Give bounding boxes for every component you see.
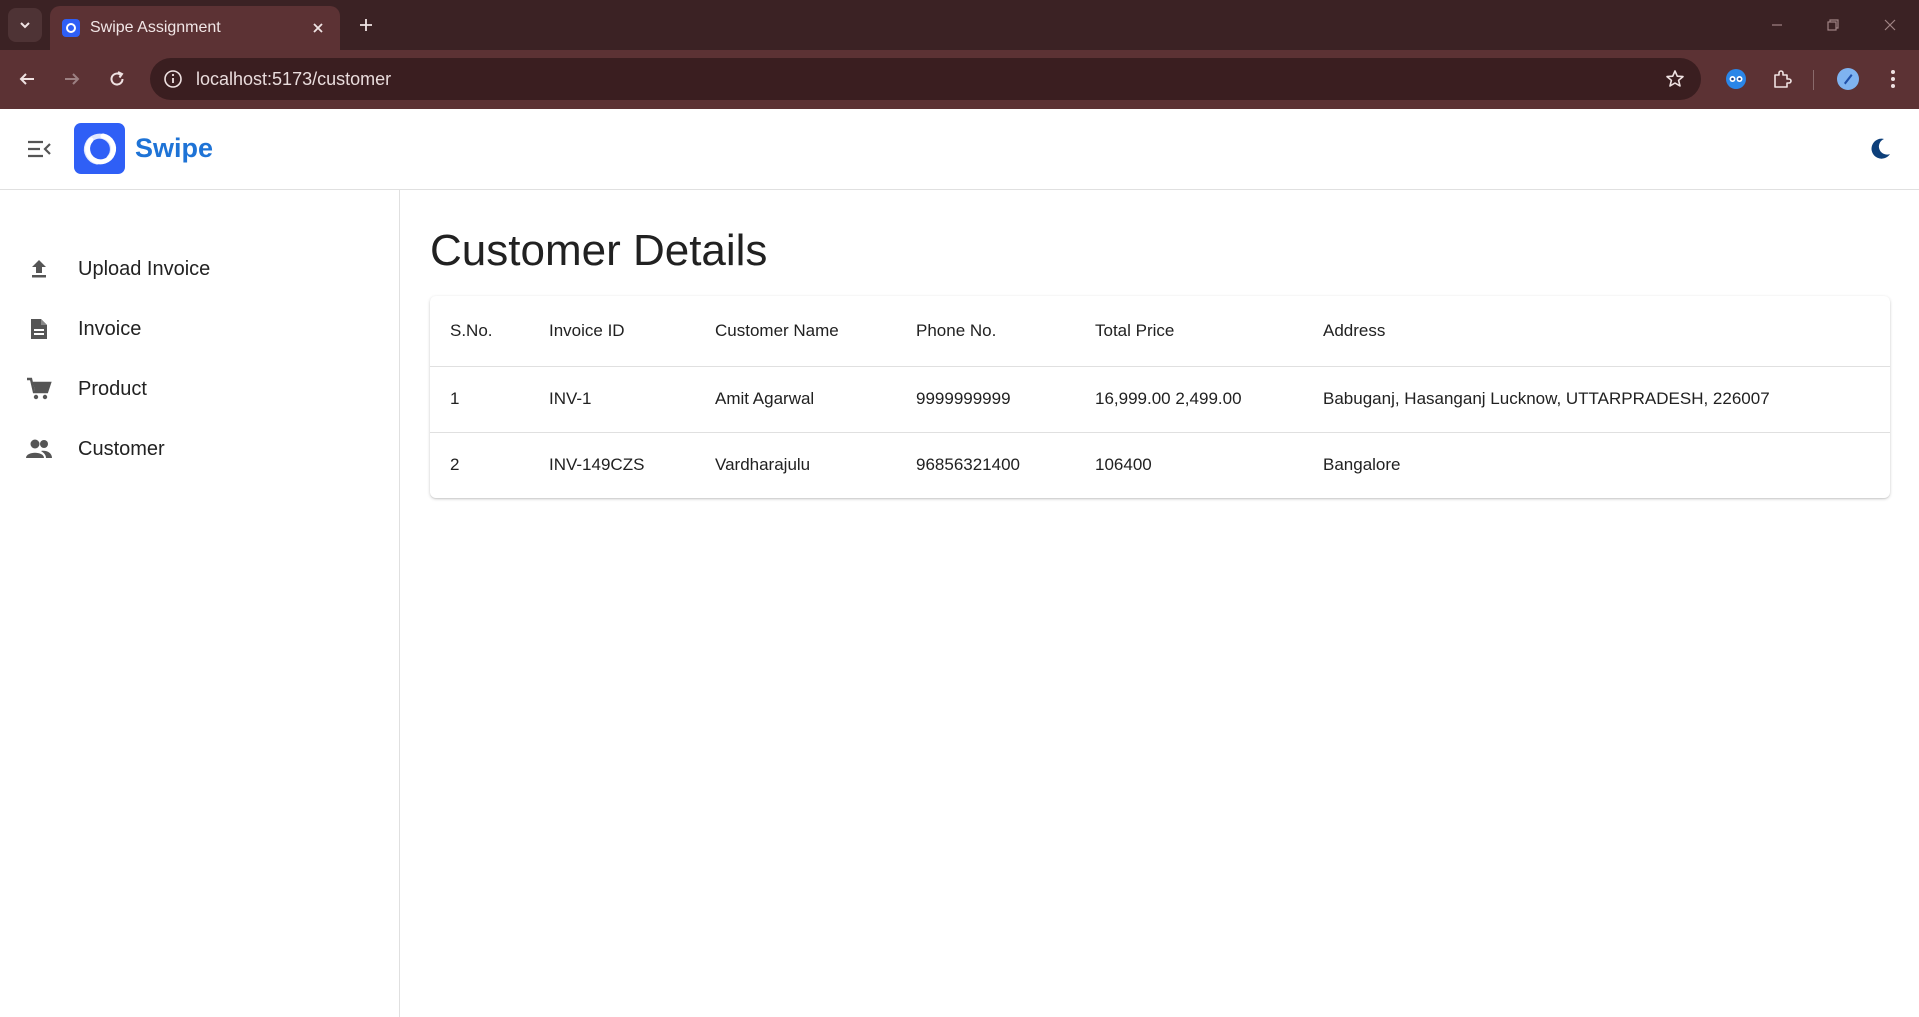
sidebar: Upload Invoice Invoice Product Customer (0, 190, 400, 1017)
column-header: Total Price (1095, 321, 1175, 340)
browser-tabstrip: Swipe Assignment (0, 0, 1919, 50)
column-header: S.No. (450, 321, 493, 340)
address-url[interactable]: localhost:5173/customer (196, 69, 391, 90)
address-bar[interactable]: localhost:5173/customer (150, 58, 1701, 100)
owl-extension-icon (1726, 69, 1746, 89)
table-cell: 1 (450, 389, 460, 408)
sidebar-toggle-button[interactable] (24, 136, 54, 162)
bookmark-star-button[interactable] (1663, 67, 1687, 91)
menu-collapse-icon (28, 140, 51, 158)
table-cell: Amit Agarwal (715, 389, 815, 408)
profile-avatar-icon (1837, 68, 1859, 90)
document-icon (24, 314, 54, 344)
restore-icon (1827, 19, 1839, 31)
app-header: Swipe (0, 109, 1919, 190)
table-cell: Bangalore (1323, 455, 1401, 474)
sidebar-item-label: Upload Invoice (78, 257, 211, 280)
toolbar-divider (1813, 70, 1814, 90)
table-cell: 2 (450, 455, 460, 474)
reload-icon (110, 71, 124, 86)
close-window-button[interactable] (1876, 11, 1904, 39)
browser-menu-button[interactable] (1879, 65, 1907, 93)
arrow-right-icon (65, 73, 80, 85)
table-cell: 9999999999 (916, 389, 1011, 408)
swipe-logo-icon (83, 133, 116, 164)
column-header: Invoice ID (549, 321, 625, 340)
sidebar-item-upload-invoice[interactable]: Upload Invoice (0, 239, 399, 299)
moon-icon (1871, 138, 1890, 159)
column-header: Phone No. (916, 321, 997, 340)
customer-table: S.No. Invoice ID Customer Name Phone No.… (430, 296, 1890, 498)
swipe-favicon-icon (62, 19, 80, 37)
forward-button[interactable] (57, 64, 87, 94)
table-row[interactable]: 1 INV-1 Amit Agarwal 9999999999 16,999.0… (430, 366, 1890, 433)
browser-toolbar: localhost:5173/customer (0, 50, 1919, 109)
extensions-menu-button[interactable] (1768, 65, 1796, 93)
sidebar-item-label: Product (78, 377, 147, 400)
sidebar-item-invoice[interactable]: Invoice (0, 299, 399, 359)
table-header-row: S.No. Invoice ID Customer Name Phone No.… (430, 296, 1890, 367)
brand-name[interactable]: Swipe (135, 133, 213, 164)
swipe-logo[interactable] (74, 123, 125, 174)
new-tab-button[interactable] (352, 11, 380, 39)
sidebar-item-label: Invoice (78, 317, 142, 340)
browser-tab[interactable]: Swipe Assignment (50, 6, 340, 50)
table-cell: INV-1 (549, 389, 592, 408)
reload-button[interactable] (102, 64, 132, 94)
chevron-down-icon (20, 22, 30, 29)
tab-title: Swipe Assignment (90, 19, 221, 36)
table-cell: INV-149CZS (549, 455, 645, 474)
table-cell: Vardharajulu (715, 455, 811, 474)
minimize-icon (1772, 24, 1782, 26)
sidebar-item-product[interactable]: Product (0, 359, 399, 419)
table-cell: 106400 (1095, 455, 1152, 474)
minimize-button[interactable] (1763, 11, 1791, 39)
cart-icon (24, 374, 54, 404)
sidebar-item-customer[interactable]: Customer (0, 419, 399, 479)
column-header: Address (1323, 321, 1386, 340)
plus-icon (360, 19, 372, 31)
sidebar-item-label: Customer (78, 437, 165, 460)
table-cell: Babuganj, Hasanganj Lucknow, UTTARPRADES… (1323, 389, 1770, 408)
kebab-menu-icon (1891, 70, 1895, 88)
theme-toggle-button[interactable] (1866, 135, 1894, 163)
tab-close-button[interactable] (308, 18, 328, 38)
tab-search-button[interactable] (8, 8, 42, 42)
close-icon (313, 23, 323, 33)
star-icon (1666, 70, 1684, 87)
upload-icon (24, 254, 54, 284)
extension-button[interactable] (1722, 65, 1750, 93)
column-header: Customer Name (715, 321, 839, 340)
people-icon (24, 434, 54, 464)
table-row[interactable]: 2 INV-149CZS Vardharajulu 96856321400 10… (430, 432, 1890, 498)
site-info-icon[interactable] (162, 68, 184, 90)
page-title: Customer Details (430, 226, 768, 275)
back-button[interactable] (12, 64, 42, 94)
table-cell: 96856321400 (916, 455, 1021, 474)
restore-button[interactable] (1819, 11, 1847, 39)
puzzle-icon (1774, 70, 1792, 88)
arrow-left-icon (19, 73, 34, 85)
profile-button[interactable] (1834, 65, 1862, 93)
close-icon (1884, 19, 1896, 31)
table-cell: 16,999.00 2,499.00 (1095, 389, 1242, 408)
